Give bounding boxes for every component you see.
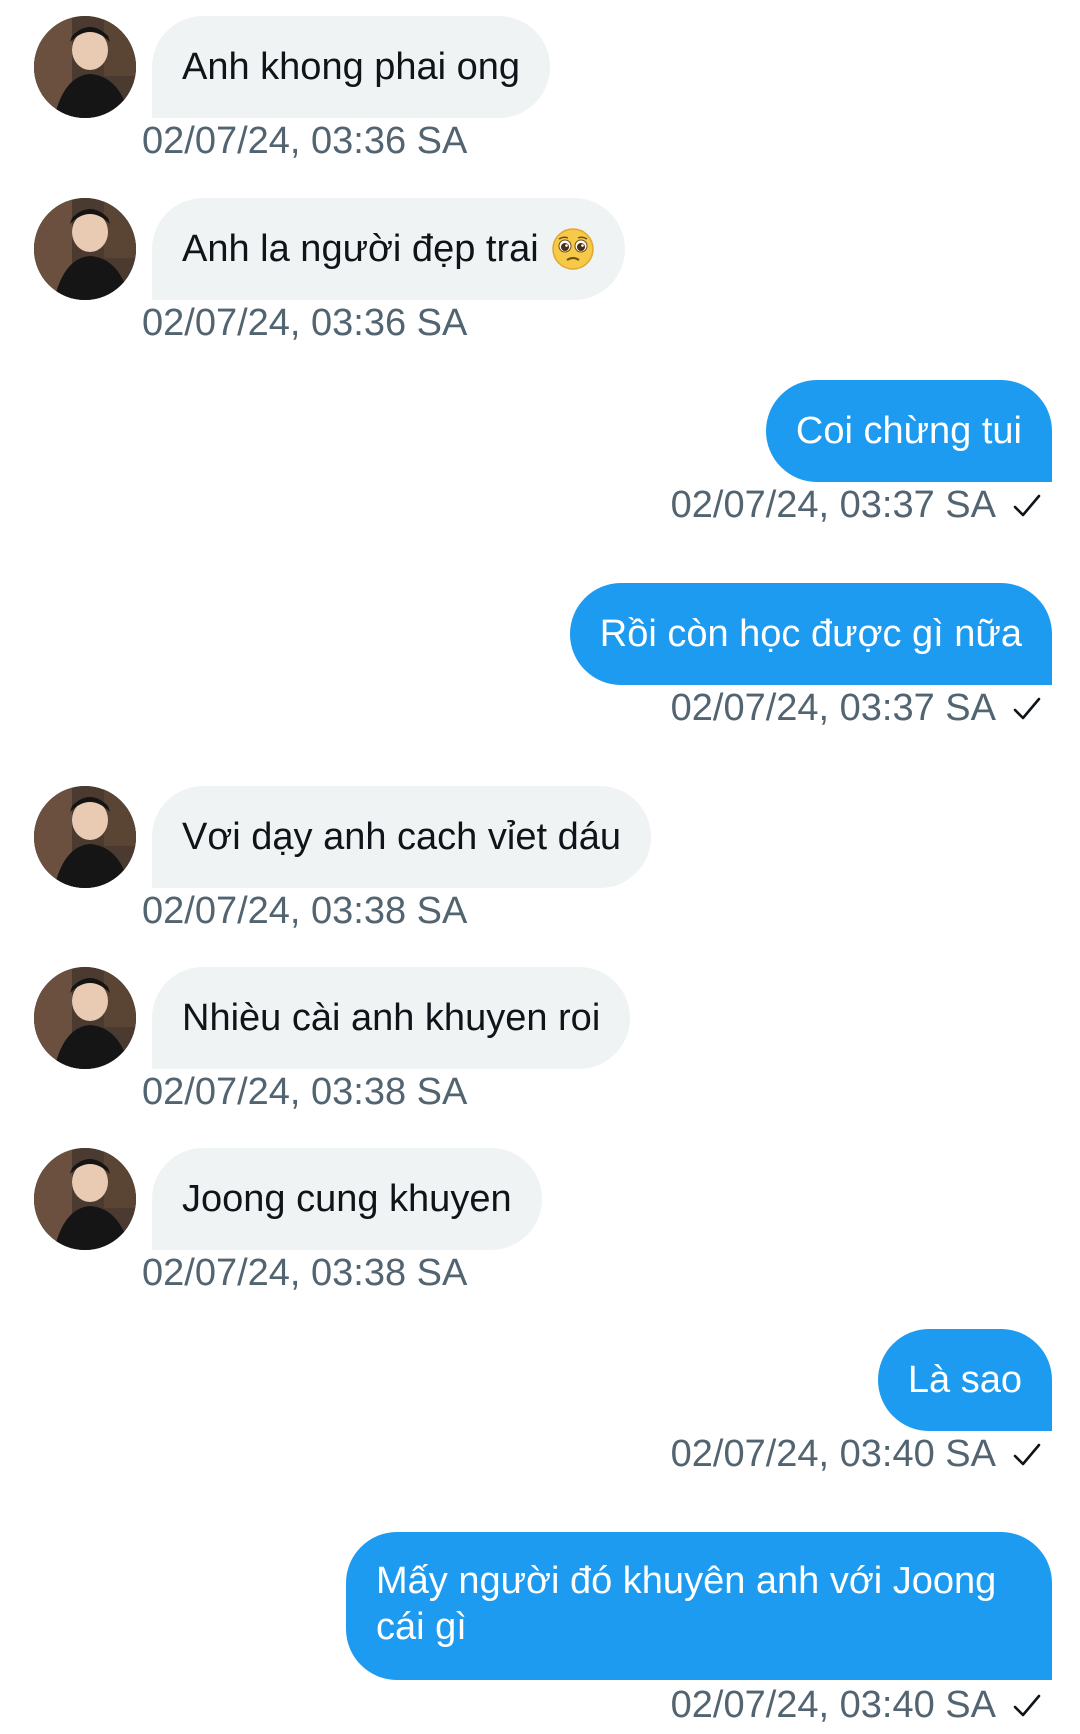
message-timestamp: 02/07/24, 03:40 SA (671, 1684, 1042, 1727)
message-bubble[interactable]: Coi chừng tui (765, 380, 1052, 482)
avatar[interactable] (34, 198, 136, 300)
message-bubble[interactable]: Anh la người đẹp trai (152, 198, 625, 300)
message-bubble[interactable]: Là sao (877, 1329, 1052, 1431)
message-bubble[interactable]: Rồi còn học được gì nữa (569, 583, 1052, 685)
message-timestamp: 02/07/24, 03:36 SA (142, 302, 468, 344)
message-text: Là sao (907, 1359, 1022, 1401)
avatar[interactable] (34, 16, 136, 118)
timestamp-text: 02/07/24, 03:37 SA (670, 687, 996, 729)
message-text: Mấy người đó khuyên anh với Joong cái gì (376, 1560, 997, 1648)
pleading-face-icon (551, 228, 594, 270)
check-icon (1013, 1443, 1041, 1465)
message-timestamp: 02/07/24, 03:38 SA (142, 890, 468, 932)
message-bubble[interactable]: Anh khong phai ong (152, 16, 551, 118)
message-text: Nhièu cài anh khuyen roi (182, 997, 601, 1039)
message-bubble[interactable]: Joong cung khuyen (152, 1148, 542, 1250)
avatar[interactable] (34, 786, 136, 888)
message-text: Rồi còn học được gì nữa (599, 613, 1022, 655)
timestamp-text: 02/07/24, 03:37 SA (670, 484, 996, 526)
message-bubble[interactable]: Mấy người đó khuyên anh với Joong cái gì (346, 1532, 1052, 1680)
timestamp-text: 02/07/24, 03:40 SA (670, 1433, 996, 1475)
message-timestamp: 02/07/24, 03:40 SA (671, 1433, 1042, 1476)
message-timestamp: 02/07/24, 03:37 SA (671, 484, 1042, 527)
message-text: Anh la người đẹp trai (182, 228, 539, 270)
message-timestamp: 02/07/24, 03:38 SA (142, 1071, 468, 1113)
avatar[interactable] (34, 967, 136, 1069)
check-icon (1013, 697, 1041, 719)
message-text: Joong cung khuyen (182, 1178, 512, 1220)
check-icon (1013, 1694, 1041, 1716)
message-timestamp: 02/07/24, 03:37 SA (671, 687, 1042, 730)
message-text: Anh khong phai ong (182, 46, 521, 88)
message-bubble[interactable]: Nhièu cài anh khuyen roi (152, 967, 631, 1069)
avatar[interactable] (34, 1148, 136, 1250)
message-timestamp: 02/07/24, 03:36 SA (142, 120, 468, 162)
message-bubble[interactable]: Vơi dạy anh cach vỉet dáu (152, 786, 651, 888)
message-timestamp: 02/07/24, 03:38 SA (142, 1252, 468, 1294)
message-text: Coi chừng tui (795, 410, 1022, 452)
timestamp-text: 02/07/24, 03:40 SA (670, 1684, 996, 1726)
message-text: Vơi dạy anh cach vỉet dáu (182, 816, 621, 858)
chat-thread: Anh khong phai ong 02/07/24, 03:36 SA An… (0, 0, 1080, 1734)
check-icon (1013, 494, 1041, 516)
